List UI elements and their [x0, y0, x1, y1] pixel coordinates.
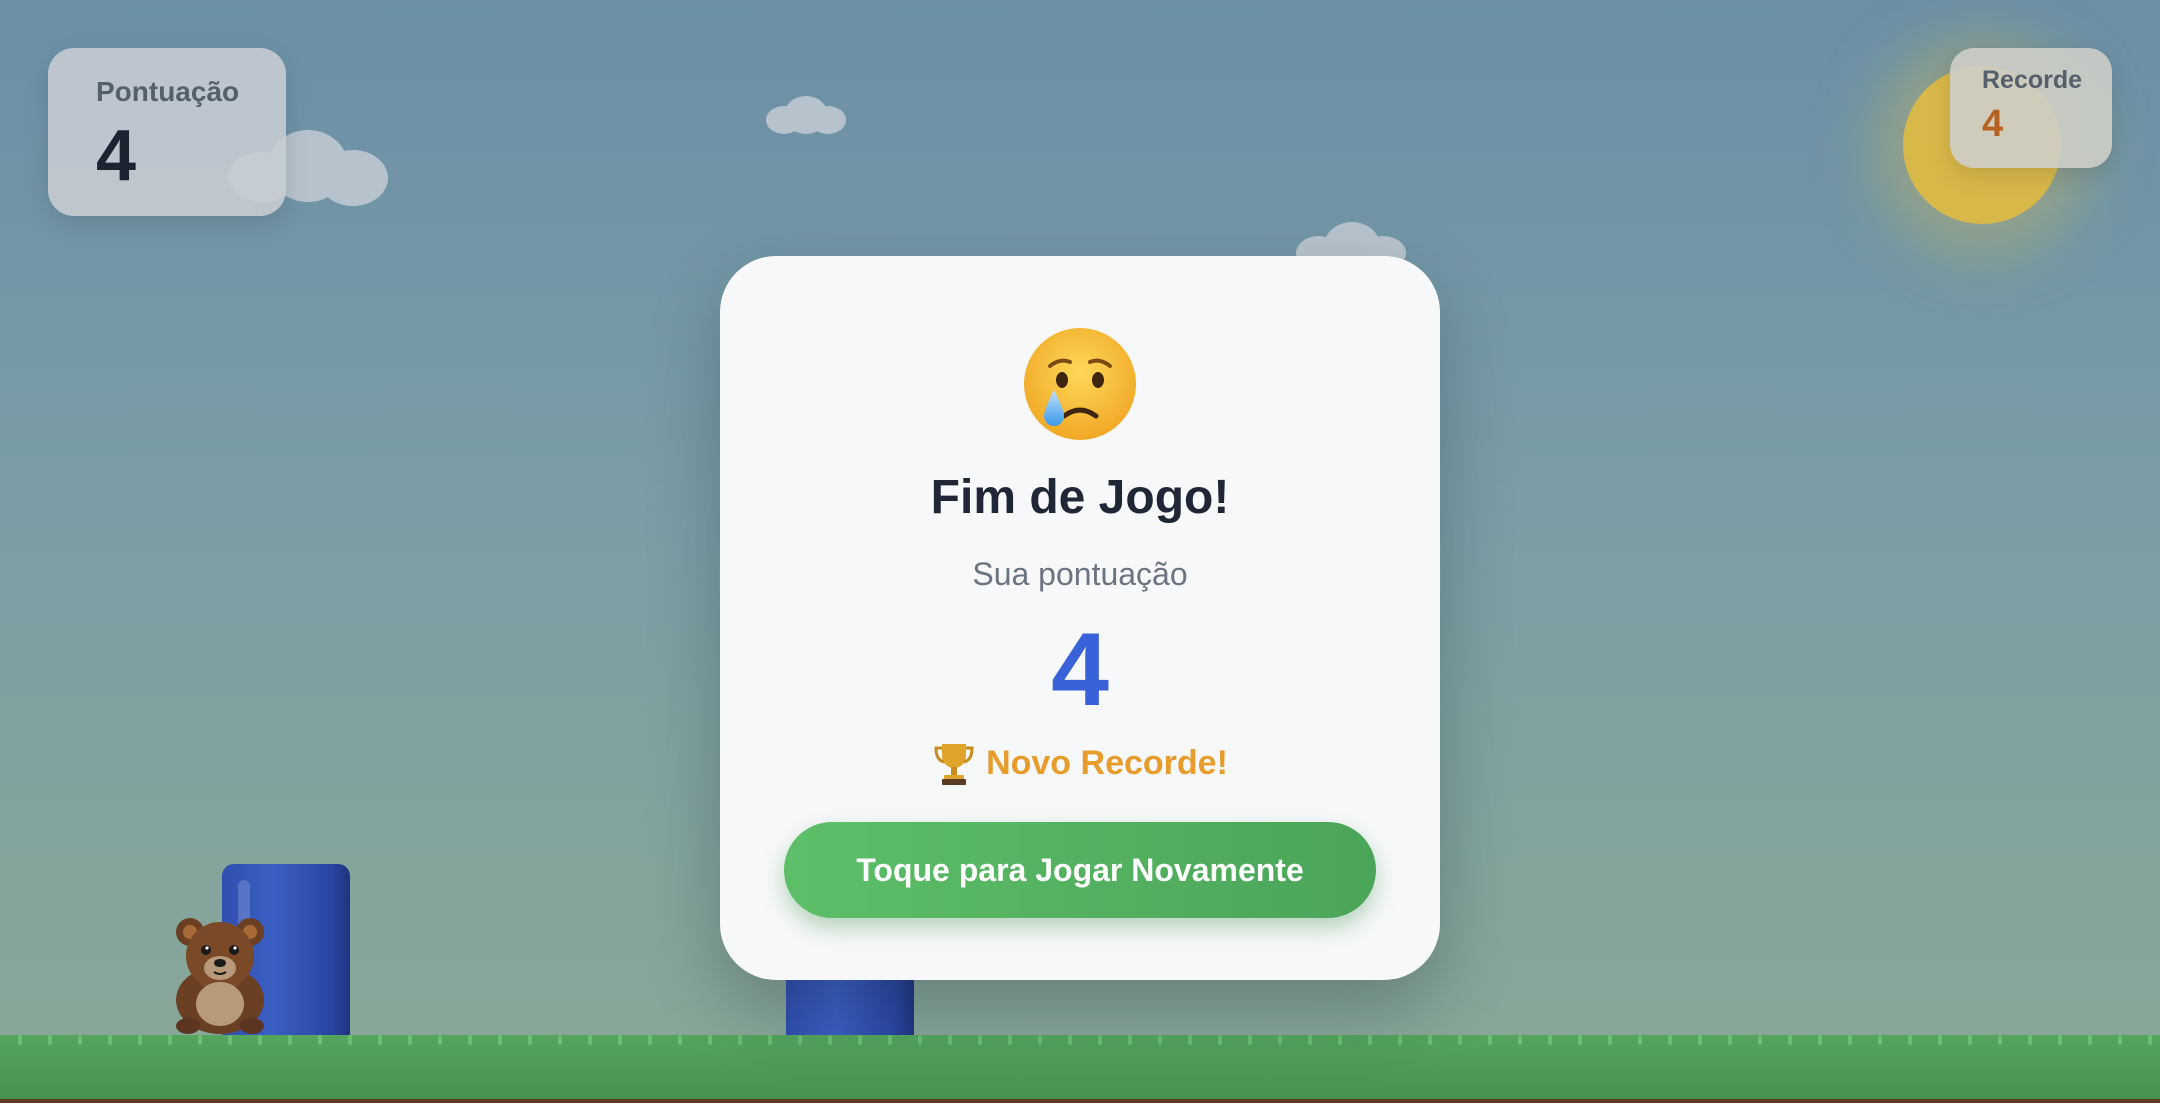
- grass-blade: [1308, 1035, 1312, 1045]
- grass-blade: [2118, 1035, 2122, 1045]
- grass-blade: [1398, 1035, 1402, 1045]
- grass-blade: [1878, 1035, 1882, 1045]
- final-score: 4: [1051, 612, 1109, 728]
- score-label: Pontuação: [96, 76, 240, 107]
- grass-ground: [0, 1035, 2160, 1101]
- grass-blade: [2088, 1035, 2092, 1045]
- grass-blade: [1338, 1035, 1342, 1045]
- record-value: 4: [1982, 103, 2004, 145]
- play-again-button[interactable]: Toque para Jogar Novamente: [784, 822, 1376, 918]
- grass-blade: [948, 1035, 952, 1045]
- grass-blade: [1038, 1035, 1042, 1045]
- grass-blade: [1998, 1035, 2002, 1045]
- grass-blade: [1248, 1035, 1252, 1045]
- grass-blade: [2148, 1035, 2152, 1045]
- grass-blade: [888, 1035, 892, 1045]
- grass-blade: [168, 1035, 172, 1045]
- grass-blade: [738, 1035, 742, 1045]
- grass-blade: [588, 1035, 592, 1045]
- grass-blade: [1788, 1035, 1792, 1045]
- grass-blade: [1518, 1035, 1522, 1045]
- grass-blade: [498, 1035, 502, 1045]
- grass-blade: [1188, 1035, 1192, 1045]
- grass-blade: [1638, 1035, 1642, 1045]
- grass-blade: [468, 1035, 472, 1045]
- grass-blade: [1668, 1035, 1672, 1045]
- grass-blade: [48, 1035, 52, 1045]
- cloud: [766, 96, 846, 136]
- grass-blade: [1578, 1035, 1582, 1045]
- grass-blade: [1158, 1035, 1162, 1045]
- grass-blade: [198, 1035, 202, 1045]
- dirt-strip: [0, 1099, 2160, 1103]
- grass-blade: [78, 1035, 82, 1045]
- grass-blade: [1548, 1035, 1552, 1045]
- grass-blade: [1458, 1035, 1462, 1045]
- grass-blade: [1488, 1035, 1492, 1045]
- game-over-title: Fim de Jogo!: [930, 471, 1230, 524]
- game-over-modal: Fim de Jogo! Sua pontuação 4 Novo Record…: [720, 256, 1440, 980]
- grass-blade: [1908, 1035, 1912, 1045]
- grass-blade: [258, 1035, 262, 1045]
- grass-blade: [618, 1035, 622, 1045]
- grass-blade: [858, 1035, 862, 1045]
- grass-blade: [1818, 1035, 1822, 1045]
- score-card: Pontuação 4: [48, 48, 286, 216]
- grass-blade: [108, 1035, 112, 1045]
- grass-blade: [1098, 1035, 1102, 1045]
- grass-blade: [1728, 1035, 1732, 1045]
- grass-blade: [918, 1035, 922, 1045]
- new-record-banner: Novo Recorde!: [720, 740, 1440, 786]
- grass-blade: [678, 1035, 682, 1045]
- grass-blade: [828, 1035, 832, 1045]
- grass-blade: [348, 1035, 352, 1045]
- grass-blade: [558, 1035, 562, 1045]
- grass-blade: [768, 1035, 772, 1045]
- grass-blade: [1608, 1035, 1612, 1045]
- grass-blade: [528, 1035, 532, 1045]
- grass-blade: [288, 1035, 292, 1045]
- grass-blade: [378, 1035, 382, 1045]
- grass-blade: [438, 1035, 442, 1045]
- crying-face-icon: [1024, 328, 1136, 440]
- grass-blade: [138, 1035, 142, 1045]
- grass-blade: [1068, 1035, 1072, 1045]
- grass-blade: [1218, 1035, 1222, 1045]
- grass-blade: [1128, 1035, 1132, 1045]
- grass-blade: [1368, 1035, 1372, 1045]
- grass-blade: [978, 1035, 982, 1045]
- grass-blade: [1968, 1035, 1972, 1045]
- grass-blade: [708, 1035, 712, 1045]
- grass-blade: [648, 1035, 652, 1045]
- grass-blade: [798, 1035, 802, 1045]
- grass-blade: [1278, 1035, 1282, 1045]
- grass-blade: [1428, 1035, 1432, 1045]
- record-card: Recorde 4: [1950, 48, 2112, 168]
- your-score-label: Sua pontuação: [972, 556, 1188, 592]
- grass-blade: [2028, 1035, 2032, 1045]
- grass-blade: [1698, 1035, 1702, 1045]
- score-value: 4: [96, 116, 137, 196]
- record-label: Recorde: [1982, 66, 2083, 94]
- new-record-text: Novo Recorde!: [986, 743, 1228, 782]
- trophy-icon: [934, 744, 974, 785]
- grass-blade: [18, 1035, 22, 1045]
- grass-blade: [1848, 1035, 1852, 1045]
- grass-blade: [1008, 1035, 1012, 1045]
- grass-blade: [318, 1035, 322, 1045]
- grass-blade: [1938, 1035, 1942, 1045]
- grass-blade: [2058, 1035, 2062, 1045]
- bear-player-icon: [176, 918, 264, 1034]
- grass-blade: [228, 1035, 232, 1045]
- grass-blade: [1758, 1035, 1762, 1045]
- grass-blade: [408, 1035, 412, 1045]
